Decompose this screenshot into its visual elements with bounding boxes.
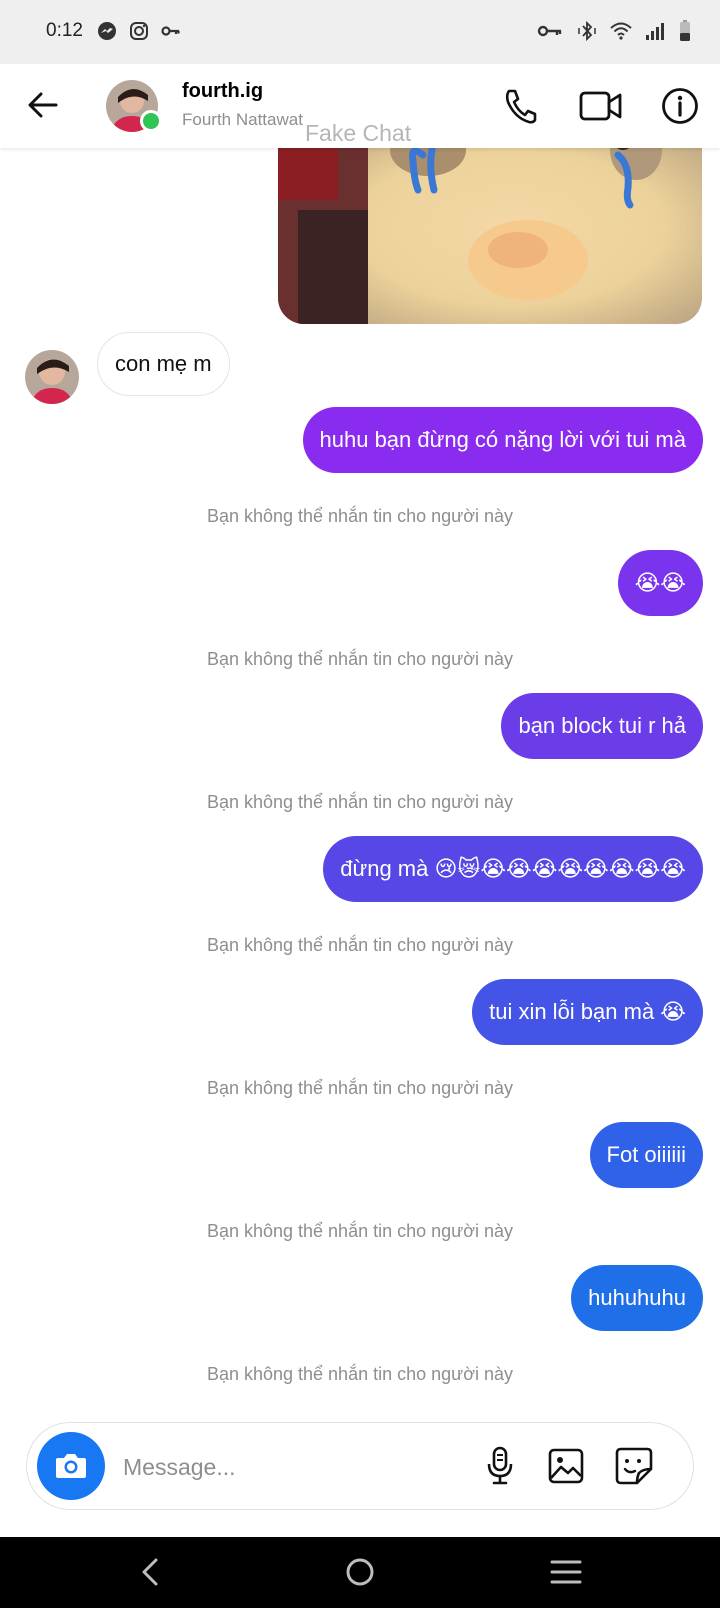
outgoing-message[interactable]: Fot oiiiiii	[589, 1122, 703, 1188]
chat-header: fourth.ig Fourth Nattawat Fake Chat	[0, 64, 720, 148]
message-text: Fot oiiiiii	[606, 1142, 686, 1167]
recents-nav-icon[interactable]	[541, 1549, 591, 1595]
arrow-left-icon	[28, 92, 58, 118]
incoming-message[interactable]: con mẹ m	[97, 332, 230, 396]
vpn-key-icon	[536, 20, 564, 42]
blocked-notice: Bạn không thể nhắn tin cho người này	[206, 1364, 514, 1384]
call-button[interactable]	[496, 82, 544, 130]
outgoing-message[interactable]: tui xin lỗi bạn mà 😭	[472, 979, 703, 1045]
info-button[interactable]	[656, 82, 704, 130]
signal-icon	[644, 20, 666, 42]
message-text: đừng mà 😢😿😭😭😭😭😭😭😭😭	[340, 856, 686, 881]
message-text: huhu bạn đừng có nặng lời với tui mà	[319, 427, 686, 452]
status-right-icons	[536, 20, 692, 42]
watermark: Fake Chat	[305, 120, 412, 146]
message-input[interactable]	[121, 1445, 445, 1489]
message-text: bạn block tui r hả	[518, 713, 686, 738]
header-avatar[interactable]	[106, 80, 162, 132]
back-button[interactable]	[22, 84, 64, 126]
contact-avatar[interactable]	[25, 350, 79, 404]
blocked-notice: Bạn không thể nhắn tin cho người này	[206, 1221, 514, 1241]
blocked-notice: Bạn không thể nhắn tin cho người này	[206, 649, 514, 669]
video-call-button[interactable]	[577, 82, 625, 130]
status-bar: 0:12	[0, 0, 720, 64]
contact-fullname: Fourth Nattawat	[182, 110, 303, 129]
vpn-key-icon	[160, 20, 182, 42]
bluetooth-vibrate-icon	[576, 20, 598, 42]
outgoing-message[interactable]: 😭😭	[617, 550, 703, 616]
message-text: huhuhuhu	[588, 1285, 686, 1310]
message-text: tui xin lỗi bạn mà 😭	[489, 999, 686, 1024]
camera-button[interactable]	[37, 1432, 105, 1500]
message-composer	[26, 1422, 694, 1510]
outgoing-message[interactable]: đừng mà 😢😿😭😭😭😭😭😭😭😭	[323, 836, 703, 902]
camera-icon	[56, 1454, 86, 1478]
status-left-icons	[96, 20, 182, 42]
status-time: 0:12	[46, 20, 83, 41]
gallery-button[interactable]	[543, 1443, 589, 1489]
home-nav-icon[interactable]	[335, 1549, 385, 1595]
online-status-dot	[140, 110, 162, 132]
phone-icon	[505, 89, 537, 124]
message-text: 😭😭	[634, 570, 686, 595]
system-nav-bar	[0, 1537, 720, 1608]
blocked-notice: Bạn không thể nhắn tin cho người này	[206, 935, 514, 955]
outgoing-message[interactable]: huhu bạn đừng có nặng lời với tui mà	[302, 407, 703, 473]
back-nav-icon[interactable]	[125, 1549, 175, 1595]
message-text: con mẹ m	[115, 351, 212, 376]
sticker-icon	[615, 1447, 653, 1485]
blocked-notice: Bạn không thể nhắn tin cho người này	[206, 506, 514, 526]
outgoing-message[interactable]: huhuhuhu	[571, 1265, 703, 1331]
instagram-icon	[128, 20, 150, 42]
outgoing-message[interactable]: bạn block tui r hả	[501, 693, 703, 759]
blocked-notice: Bạn không thể nhắn tin cho người này	[206, 1078, 514, 1098]
messenger-icon	[96, 20, 118, 42]
contact-username[interactable]: fourth.ig	[182, 80, 263, 103]
image-icon	[548, 1448, 584, 1484]
wifi-icon	[610, 20, 632, 42]
blocked-notice: Bạn không thể nhắn tin cho người này	[206, 792, 514, 812]
info-icon	[662, 88, 698, 124]
voice-message-button[interactable]	[477, 1443, 523, 1489]
battery-icon	[678, 20, 692, 42]
video-camera-icon	[579, 91, 622, 121]
sticker-button[interactable]	[611, 1443, 657, 1489]
microphone-icon	[487, 1446, 513, 1485]
